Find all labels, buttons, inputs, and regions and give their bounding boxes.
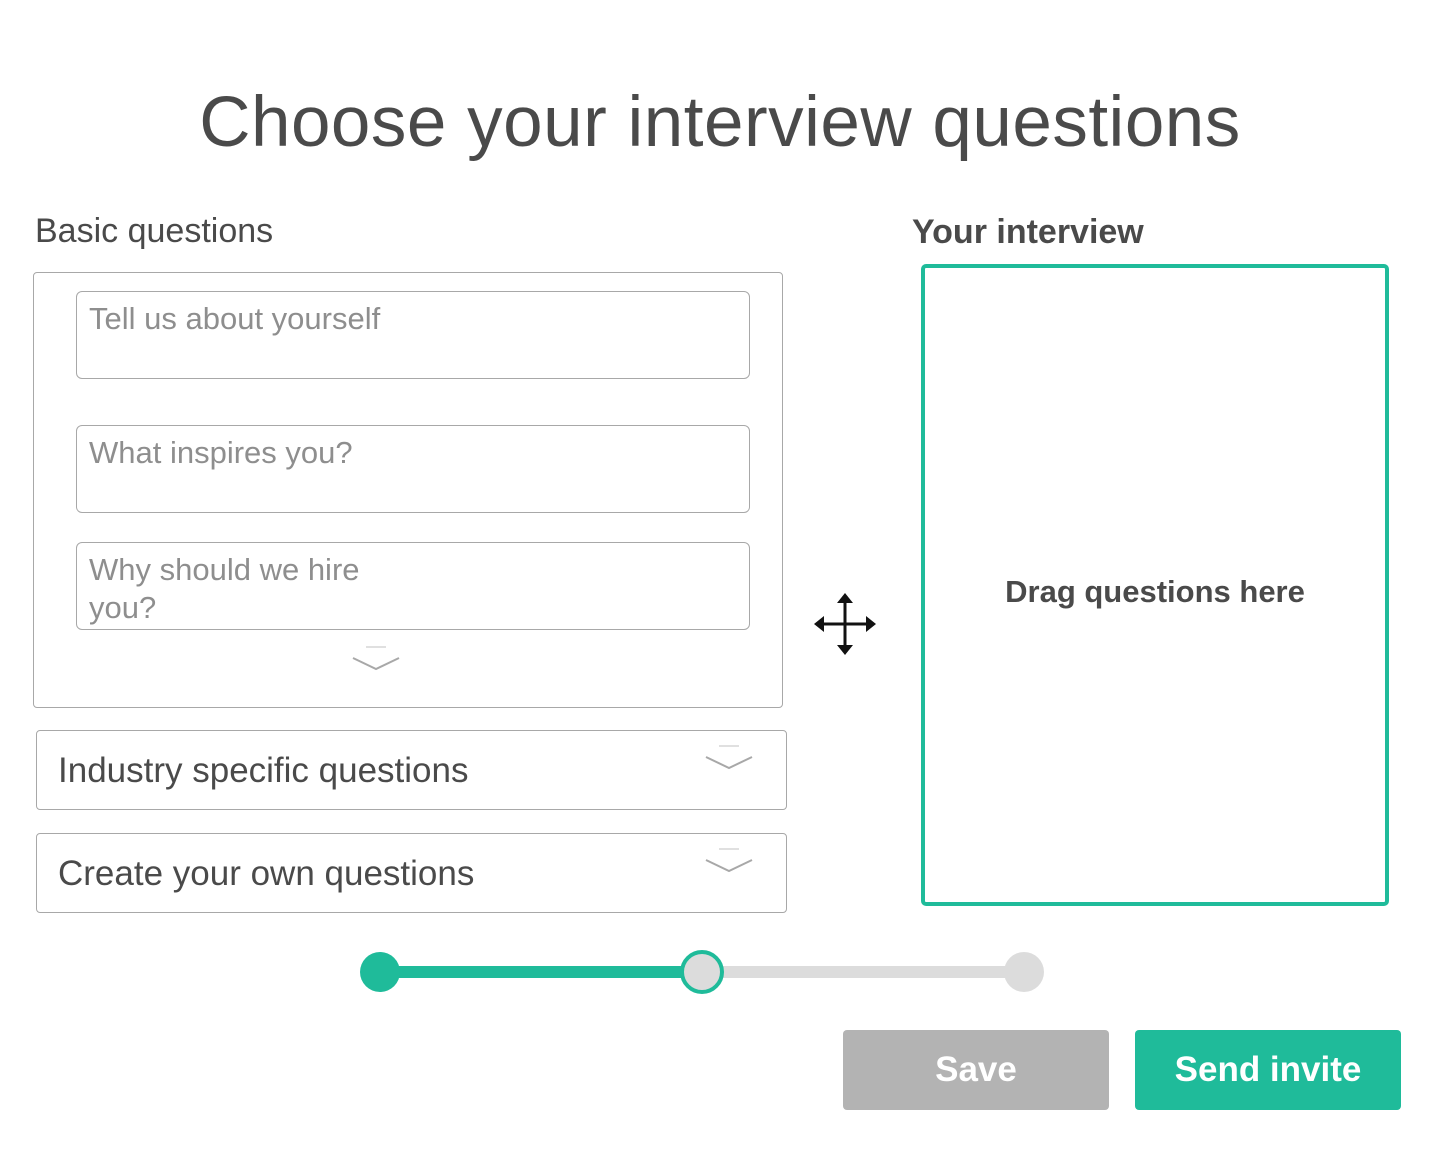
- step-dot-1[interactable]: [360, 952, 400, 992]
- basic-questions-heading: Basic questions: [35, 212, 274, 250]
- section-label: Create your own questions: [58, 854, 475, 893]
- step-dot-2[interactable]: [680, 950, 724, 994]
- dropzone-hint: Drag questions here: [1005, 574, 1305, 609]
- move-arrows-icon: [814, 593, 876, 655]
- question-text: Why should we hire you?: [89, 552, 360, 625]
- basic-questions-panel: Tell us about yourself What inspires you…: [33, 272, 783, 708]
- save-button[interactable]: Save: [843, 1030, 1109, 1110]
- chevron-down-icon[interactable]: [703, 848, 755, 874]
- question-card[interactable]: What inspires you?: [76, 425, 750, 513]
- section-label: Industry specific questions: [58, 751, 469, 790]
- page: Choose your interview questions Basic qu…: [0, 0, 1440, 1172]
- step-dot-3[interactable]: [1004, 952, 1044, 992]
- chevron-down-icon[interactable]: [703, 745, 755, 771]
- send-invite-button[interactable]: Send invite: [1135, 1030, 1401, 1110]
- interview-dropzone[interactable]: Drag questions here: [921, 264, 1389, 906]
- page-title: Choose your interview questions: [199, 83, 1241, 162]
- chevron-down-icon[interactable]: [350, 646, 402, 672]
- question-card[interactable]: Tell us about yourself: [76, 291, 750, 379]
- question-card[interactable]: Why should we hire you?: [76, 542, 750, 630]
- step-progress: [360, 950, 1044, 994]
- question-text: What inspires you?: [89, 435, 353, 470]
- own-questions-section[interactable]: Create your own questions: [36, 833, 787, 913]
- industry-questions-section[interactable]: Industry specific questions: [36, 730, 787, 810]
- your-interview-heading: Your interview: [912, 213, 1144, 251]
- question-text: Tell us about yourself: [89, 301, 381, 336]
